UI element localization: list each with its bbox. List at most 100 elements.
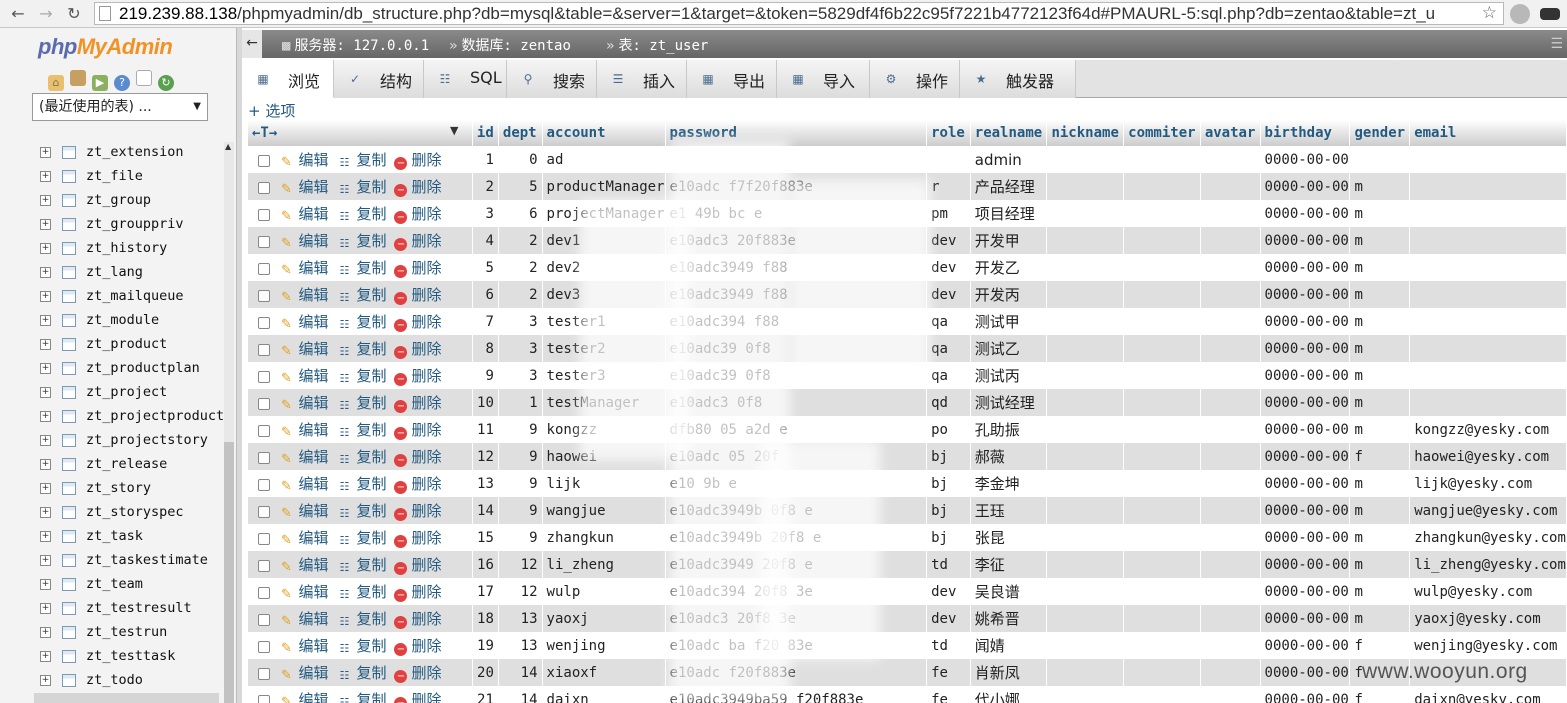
cell-role[interactable]: td xyxy=(926,632,971,659)
cell-nickname[interactable] xyxy=(1046,362,1125,389)
edit-link[interactable]: ✎ 编辑 xyxy=(278,419,328,441)
recent-tables-select[interactable]: (最近使用的表) ... ▼ xyxy=(32,93,208,121)
cell-nickname[interactable] xyxy=(1046,632,1125,659)
cell-realname[interactable]: 产品经理 xyxy=(970,173,1048,200)
table-icon[interactable] xyxy=(62,530,76,543)
table-icon[interactable] xyxy=(62,146,76,159)
expand-icon[interactable]: + xyxy=(40,363,51,374)
cell-email[interactable]: wangjue@yesky.com xyxy=(1409,497,1567,524)
cell-email[interactable] xyxy=(1409,146,1567,173)
cell-realname[interactable]: 肖新凤 xyxy=(970,659,1048,686)
cell-realname[interactable]: 代小娜 xyxy=(970,686,1048,703)
tree-item-table[interactable]: + zt_taskestimate xyxy=(40,550,230,574)
cell-email[interactable] xyxy=(1409,227,1567,254)
cell-id[interactable]: 12 xyxy=(472,443,499,470)
copy-link[interactable]: ☷ 复制 xyxy=(336,419,387,441)
delete-link[interactable]: − 删除 xyxy=(394,662,441,683)
edit-link[interactable]: ✎ 编辑 xyxy=(278,230,328,252)
cell-id[interactable]: 15 xyxy=(472,524,499,551)
cell-realname[interactable]: 测试丙 xyxy=(970,362,1048,389)
cell-nickname[interactable] xyxy=(1046,200,1125,227)
delete-link[interactable]: − 删除 xyxy=(394,257,441,278)
column-header-password[interactable]: password xyxy=(665,120,928,146)
row-checkbox[interactable] xyxy=(258,181,270,194)
row-checkbox[interactable] xyxy=(258,208,270,221)
edit-link[interactable]: ✎ 编辑 xyxy=(278,608,328,630)
delete-link[interactable]: − 删除 xyxy=(394,392,441,413)
cell-gender[interactable]: m xyxy=(1349,200,1411,227)
cell-password[interactable]: e10 9b e xyxy=(665,470,928,497)
tree-item-label[interactable]: zt_history xyxy=(86,240,167,256)
table-icon[interactable] xyxy=(62,314,76,327)
cell-realname[interactable]: 李金坤 xyxy=(970,470,1048,497)
cell-realname[interactable]: 张昆 xyxy=(970,524,1048,551)
cell-password[interactable]: dfb80 05 a2d e xyxy=(665,416,928,443)
column-header-nickname[interactable]: nickname xyxy=(1046,120,1125,146)
cell-nickname[interactable] xyxy=(1046,686,1125,703)
cell-commiter[interactable] xyxy=(1123,470,1201,497)
cell-id[interactable]: 21 xyxy=(472,686,499,703)
cell-id[interactable]: 3 xyxy=(472,200,499,227)
cell-email[interactable] xyxy=(1409,173,1567,200)
cell-birthday[interactable]: 0000-00-00 xyxy=(1260,200,1351,227)
cell-account[interactable]: tester2 xyxy=(542,335,666,362)
column-header-realname[interactable]: realname xyxy=(970,120,1048,146)
delete-link[interactable]: − 删除 xyxy=(394,230,441,251)
cell-account[interactable]: wulp xyxy=(542,578,666,605)
cell-birthday[interactable]: 0000-00-00 xyxy=(1260,362,1351,389)
tree-item-label[interactable]: zt_grouppriv xyxy=(86,216,184,232)
help-icon[interactable]: ? xyxy=(114,75,130,91)
row-checkbox[interactable] xyxy=(258,316,270,329)
row-checkbox[interactable] xyxy=(258,370,270,383)
query-window-icon[interactable]: ▶ xyxy=(92,75,108,91)
tree-item-table[interactable]: + zt_projectstory xyxy=(40,430,230,454)
copy-link[interactable]: ☷ 复制 xyxy=(336,149,387,171)
cell-password[interactable]: e10adc f7f20f883e xyxy=(665,173,928,200)
cell-birthday[interactable]: 0000-00-00 xyxy=(1260,389,1351,416)
row-checkbox[interactable] xyxy=(258,343,270,356)
tree-item-label[interactable]: zt_productplan xyxy=(86,360,200,376)
cell-commiter[interactable] xyxy=(1123,308,1201,335)
tree-item-label[interactable]: zt_module xyxy=(86,312,159,328)
copy-link[interactable]: ☷ 复制 xyxy=(336,581,387,603)
cell-account[interactable]: kongzz xyxy=(542,416,666,443)
cell-email[interactable]: daixn@yesky.com xyxy=(1409,686,1567,703)
row-checkbox[interactable] xyxy=(258,397,270,410)
tree-item-label[interactable]: zt_testrun xyxy=(86,624,167,640)
cell-email[interactable] xyxy=(1409,308,1567,335)
cell-password[interactable]: e10adc 05 20f xyxy=(665,443,928,470)
tree-item-table[interactable]: + zt_group xyxy=(40,190,230,214)
cell-commiter[interactable] xyxy=(1123,578,1201,605)
cell-gender[interactable]: m xyxy=(1349,578,1411,605)
cell-commiter[interactable] xyxy=(1123,659,1201,686)
sort-dropdown-icon[interactable]: ▼ xyxy=(450,124,458,137)
column-arrows-header[interactable]: ←T→ xyxy=(248,120,473,146)
column-header-role[interactable]: role xyxy=(926,120,971,146)
cell-realname[interactable]: 郝薇 xyxy=(970,443,1048,470)
cell-birthday[interactable]: 0000-00-00 xyxy=(1260,578,1351,605)
cell-dept[interactable]: 2 xyxy=(498,281,543,308)
delete-link[interactable]: − 删除 xyxy=(394,446,441,467)
expand-icon[interactable]: + xyxy=(40,603,51,614)
tab-browse[interactable]: ▦ 浏览 xyxy=(242,60,334,98)
copy-link[interactable]: ☷ 复制 xyxy=(336,176,387,198)
cell-role[interactable]: dev xyxy=(926,281,971,308)
cell-avatar[interactable] xyxy=(1200,173,1261,200)
cell-commiter[interactable] xyxy=(1123,551,1201,578)
cell-account[interactable]: daixn xyxy=(542,686,666,703)
cell-realname[interactable]: 李征 xyxy=(970,551,1048,578)
cell-dept[interactable]: 2 xyxy=(498,227,543,254)
cell-gender[interactable]: m xyxy=(1349,497,1411,524)
table-icon[interactable] xyxy=(62,170,76,183)
copy-link[interactable]: ☷ 复制 xyxy=(336,527,387,549)
tree-item-table[interactable]: + zt_grouppriv xyxy=(40,214,230,238)
cell-dept[interactable]: 2 xyxy=(498,254,543,281)
cell-account[interactable]: productManager xyxy=(542,173,666,200)
row-checkbox[interactable] xyxy=(258,613,270,626)
expand-icon[interactable]: + xyxy=(40,243,51,254)
tree-item-label[interactable]: zt_story xyxy=(86,480,151,496)
cell-dept[interactable]: 3 xyxy=(498,335,543,362)
table-icon[interactable] xyxy=(62,578,76,591)
cell-realname[interactable]: 闻婧 xyxy=(970,632,1048,659)
expand-icon[interactable]: + xyxy=(40,147,51,158)
